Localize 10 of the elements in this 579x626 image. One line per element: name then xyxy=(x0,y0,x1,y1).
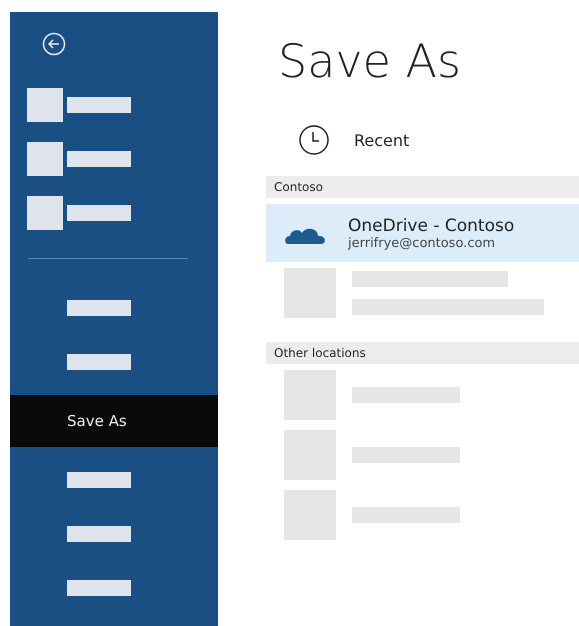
page-title: Save As xyxy=(278,34,462,88)
location-name: OneDrive - Contoso xyxy=(348,216,514,236)
back-icon[interactable] xyxy=(42,32,66,56)
account-email: jerrifrye@contoso.com xyxy=(348,236,496,250)
section-header: Other locations xyxy=(266,342,579,364)
location-item[interactable]: OneDrive - Contoso jerrifrye@contoso.com xyxy=(266,204,579,262)
recent-button[interactable]: Recent xyxy=(298,124,579,156)
menu-item[interactable]: Save As xyxy=(10,395,218,447)
section-header: Contoso xyxy=(266,176,579,198)
clock-icon xyxy=(298,124,330,156)
